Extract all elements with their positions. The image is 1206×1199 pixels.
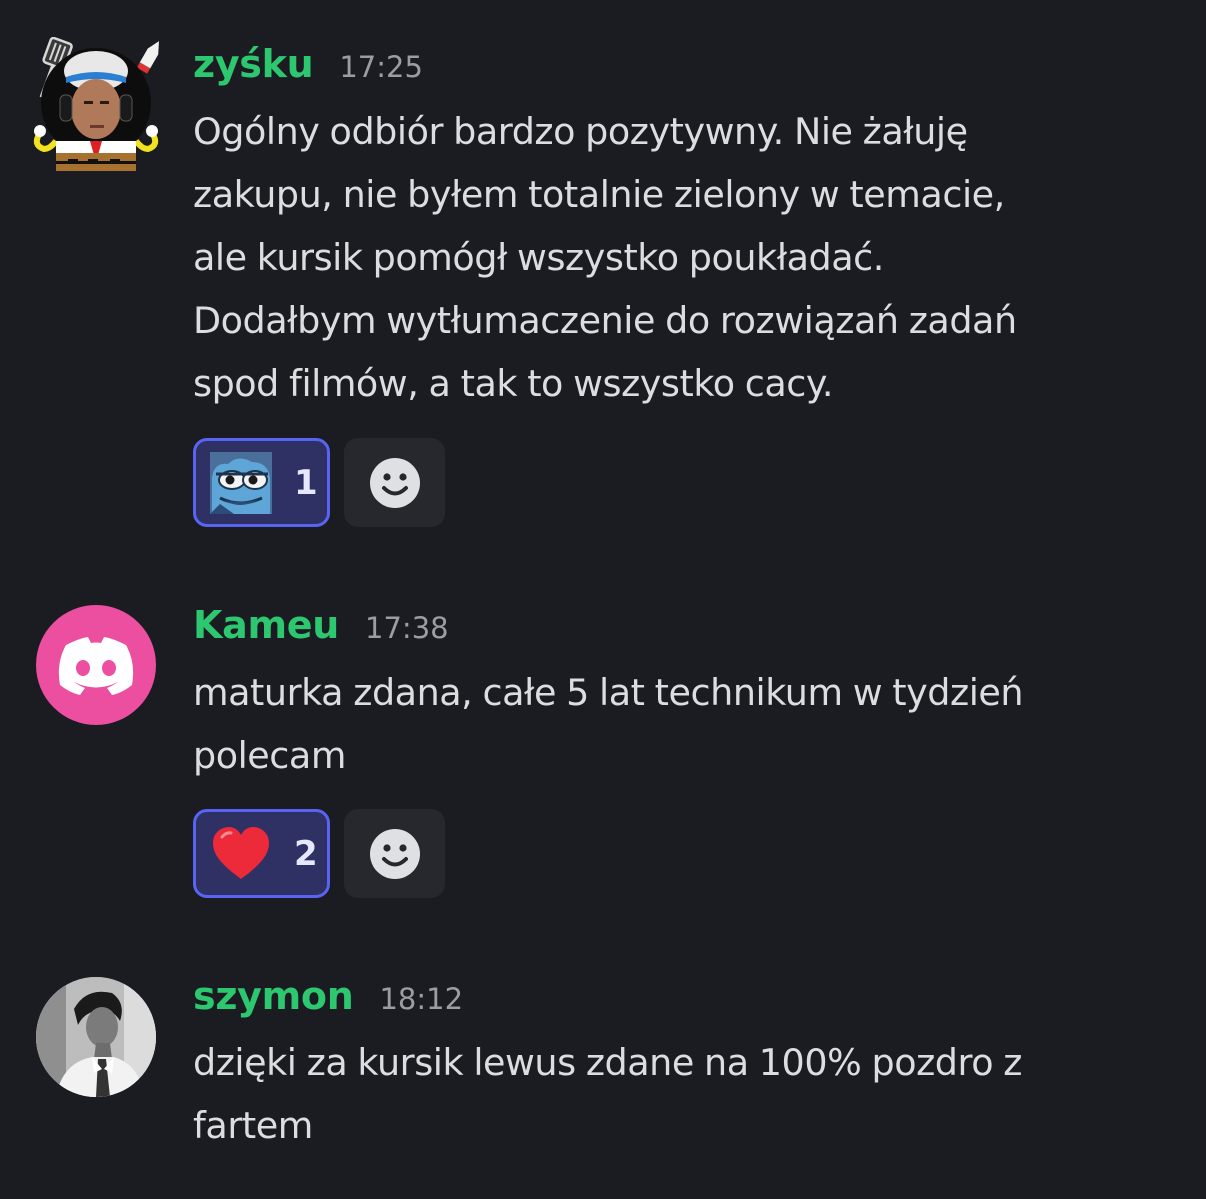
smiley-icon (369, 457, 420, 508)
message-header: Kameu 17:38 (193, 603, 449, 647)
timestamp: 17:38 (365, 611, 449, 645)
message-text: maturka zdana, całe 5 lat technikum w ty… (193, 671, 1024, 777)
message-text: dzięki za kursik lewus zdane na 100% poz… (193, 1041, 1023, 1147)
reaction-count: 2 (294, 833, 318, 874)
reactions-bar: 1 (193, 438, 445, 527)
user-avatar[interactable] (26, 36, 166, 177)
user-avatar[interactable] (36, 977, 156, 1097)
reactions-bar: 2 (193, 809, 445, 898)
add-reaction-button[interactable] (344, 438, 445, 527)
discord-logo-icon (58, 637, 134, 695)
username[interactable]: szymon (193, 974, 354, 1018)
smiley-icon (369, 828, 420, 879)
portrait-avatar-icon (36, 977, 156, 1097)
add-reaction-button[interactable] (344, 809, 445, 898)
message-header: szymon 18:12 (193, 974, 463, 1018)
pepe-frog-emoji-icon (210, 451, 272, 514)
timestamp: 18:12 (379, 982, 464, 1016)
message-text: Ogólny odbiór bardzo pozytywny. Nie żału… (193, 110, 1017, 405)
message-header: zyśku 17:25 (193, 42, 423, 86)
red-heart-emoji-icon (213, 826, 269, 879)
timestamp: 17:25 (339, 50, 423, 84)
user-avatar[interactable] (36, 605, 156, 725)
reaction-pepe[interactable]: 1 (193, 438, 330, 527)
username[interactable]: Kameu (193, 603, 339, 647)
reaction-heart[interactable]: 2 (193, 809, 330, 898)
spongebob-avatar-icon (33, 36, 159, 171)
username[interactable]: zyśku (193, 42, 314, 86)
reaction-count: 1 (294, 462, 318, 503)
